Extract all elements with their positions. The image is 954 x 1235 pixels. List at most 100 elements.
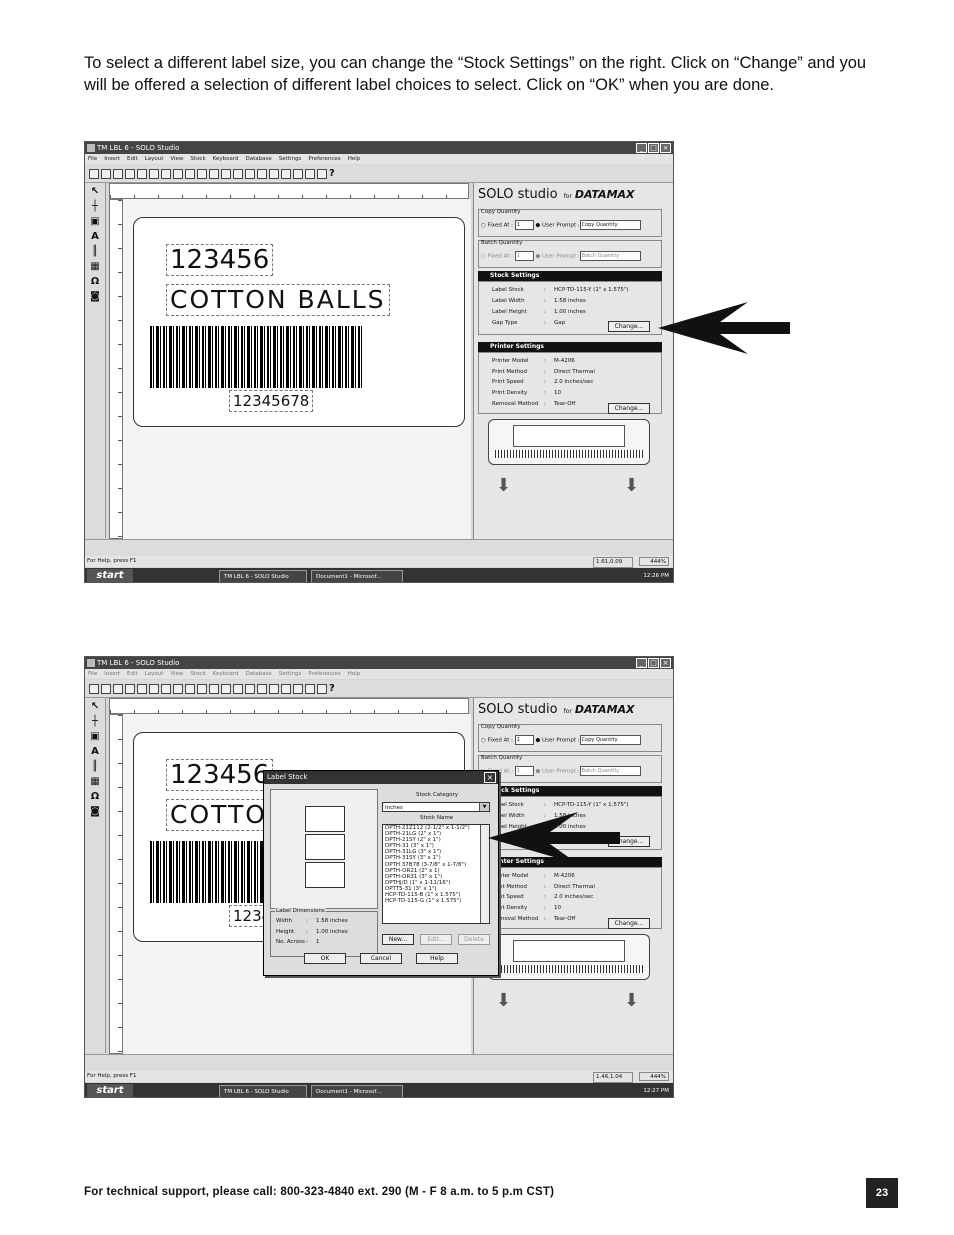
zoom-icon[interactable] bbox=[233, 168, 243, 179]
rotate-icon[interactable] bbox=[281, 683, 291, 694]
help-icon[interactable]: ? bbox=[329, 168, 335, 180]
preview-icon[interactable] bbox=[137, 683, 147, 694]
copy-fixed-input[interactable]: 1 bbox=[514, 735, 534, 745]
symbol-icon[interactable]: Ω bbox=[89, 791, 101, 803]
copy-user-label[interactable]: User Prompt : bbox=[542, 223, 580, 229]
box-icon[interactable]: ▣ bbox=[89, 731, 101, 743]
batch-fixed-input[interactable]: 1 bbox=[514, 766, 534, 776]
close-icon[interactable]: × bbox=[660, 143, 671, 153]
new-stock-button[interactable]: New... bbox=[382, 934, 414, 945]
menu-file[interactable]: File bbox=[88, 669, 97, 679]
cut-icon[interactable] bbox=[149, 168, 159, 179]
copy-icon[interactable] bbox=[161, 168, 171, 179]
design-canvas[interactable]: 123456 COTTON BALLS 12345678 bbox=[123, 199, 471, 539]
layers-icon[interactable] bbox=[317, 683, 327, 694]
save-icon[interactable] bbox=[113, 168, 123, 179]
page-icon[interactable] bbox=[293, 168, 303, 179]
close-icon[interactable]: × bbox=[660, 658, 671, 668]
minimize-icon[interactable]: _ bbox=[636, 143, 647, 153]
undo-icon[interactable] bbox=[185, 683, 195, 694]
help-button[interactable]: Help bbox=[416, 953, 458, 964]
database-icon[interactable] bbox=[245, 683, 255, 694]
barcode-icon[interactable]: ║ bbox=[89, 761, 101, 773]
save-icon[interactable] bbox=[113, 683, 123, 694]
ok-button[interactable]: OK bbox=[304, 953, 346, 964]
maximize-icon[interactable]: □ bbox=[648, 658, 659, 668]
batch-fixed-label[interactable]: Fixed At : bbox=[488, 254, 513, 260]
print-icon[interactable] bbox=[125, 683, 135, 694]
copy-icon[interactable] bbox=[161, 683, 171, 694]
zoom-in-icon[interactable] bbox=[209, 168, 219, 179]
menu-edit[interactable]: Edit bbox=[127, 154, 138, 164]
symbol-icon[interactable]: Ω bbox=[89, 276, 101, 288]
new-icon[interactable] bbox=[89, 683, 99, 694]
number-field[interactable]: 123456 bbox=[166, 244, 274, 276]
menu-view[interactable]: View bbox=[170, 669, 183, 679]
zoom-out-icon[interactable] bbox=[221, 168, 231, 179]
copy-user-input[interactable]: Copy Quantity bbox=[579, 735, 641, 745]
delete-stock-button[interactable]: Delete bbox=[458, 934, 490, 945]
settings-icon[interactable] bbox=[257, 168, 267, 179]
task-document[interactable]: Document1 - Microsof... bbox=[311, 570, 403, 582]
menu-help[interactable]: Help bbox=[348, 154, 361, 164]
open-icon[interactable] bbox=[101, 683, 111, 694]
barcode-icon[interactable]: ║ bbox=[89, 246, 101, 258]
task-document[interactable]: Document1 - Microsof... bbox=[311, 1085, 403, 1097]
redo-icon[interactable] bbox=[197, 168, 207, 179]
menu-layout[interactable]: Layout bbox=[145, 669, 164, 679]
box-icon[interactable]: ▣ bbox=[89, 216, 101, 228]
copy-user-input[interactable]: Copy Quantity bbox=[579, 220, 641, 230]
text-icon[interactable]: A bbox=[89, 746, 101, 758]
copy-user-label[interactable]: User Prompt : bbox=[542, 738, 580, 744]
task-solo-studio[interactable]: TM LBL 6 - SOLO Studio bbox=[219, 570, 307, 582]
menu-settings[interactable]: Settings bbox=[279, 154, 302, 164]
barcode-field[interactable] bbox=[150, 326, 362, 388]
stock-change-button[interactable]: Change... bbox=[608, 321, 650, 332]
menu-layout[interactable]: Layout bbox=[145, 154, 164, 164]
print-icon[interactable] bbox=[125, 168, 135, 179]
stock-name-list[interactable]: DPTH-21Z112 (2-1/2" x 1-1/2") DPTH-21LG … bbox=[382, 824, 490, 924]
layers-icon[interactable] bbox=[317, 168, 327, 179]
start-button[interactable]: start bbox=[87, 1084, 133, 1097]
pages-icon[interactable] bbox=[305, 683, 315, 694]
list-item[interactable]: HCP-TD-115-G (1" x 1.575") bbox=[383, 898, 489, 904]
pointer-icon[interactable]: ↖ bbox=[89, 701, 101, 713]
batch-user-label[interactable]: User Prompt : bbox=[542, 769, 580, 775]
counter-icon[interactable]: ◙ bbox=[89, 291, 101, 303]
new-icon[interactable] bbox=[89, 168, 99, 179]
cancel-button[interactable]: Cancel bbox=[360, 953, 402, 964]
undo-icon[interactable] bbox=[185, 168, 195, 179]
menu-keyboard[interactable]: Keyboard bbox=[213, 669, 239, 679]
paste-icon[interactable] bbox=[173, 683, 183, 694]
database-icon[interactable] bbox=[245, 168, 255, 179]
delete-icon[interactable] bbox=[269, 683, 279, 694]
pages-icon[interactable] bbox=[305, 168, 315, 179]
cut-icon[interactable] bbox=[149, 683, 159, 694]
menu-stock[interactable]: Stock bbox=[190, 669, 205, 679]
counter-icon[interactable]: ◙ bbox=[89, 806, 101, 818]
batch-user-input[interactable]: Batch Quantity bbox=[579, 251, 641, 261]
zoom-out-icon[interactable] bbox=[221, 683, 231, 694]
text-icon[interactable]: A bbox=[89, 231, 101, 243]
menu-database[interactable]: Database bbox=[246, 154, 272, 164]
line-icon[interactable]: ┼ bbox=[89, 716, 101, 728]
maximize-icon[interactable]: □ bbox=[648, 143, 659, 153]
menu-settings[interactable]: Settings bbox=[279, 669, 302, 679]
zoom-icon[interactable] bbox=[233, 683, 243, 694]
settings-icon[interactable] bbox=[257, 683, 267, 694]
help-icon[interactable]: ? bbox=[329, 683, 335, 695]
redo-icon[interactable] bbox=[197, 683, 207, 694]
image-icon[interactable]: ▦ bbox=[89, 261, 101, 273]
copy-fixed-input[interactable]: 1 bbox=[514, 220, 534, 230]
product-name-field[interactable]: COTTON BALLS bbox=[166, 284, 390, 316]
menu-keyboard[interactable]: Keyboard bbox=[213, 154, 239, 164]
minimize-icon[interactable]: _ bbox=[636, 658, 647, 668]
line-icon[interactable]: ┼ bbox=[89, 201, 101, 213]
menu-edit[interactable]: Edit bbox=[127, 669, 138, 679]
batch-user-input[interactable]: Batch Quantity bbox=[579, 766, 641, 776]
batch-fixed-input[interactable]: 1 bbox=[514, 251, 534, 261]
menu-stock[interactable]: Stock bbox=[190, 154, 205, 164]
paste-icon[interactable] bbox=[173, 168, 183, 179]
chevron-down-icon[interactable]: ▼ bbox=[479, 803, 489, 811]
menu-preferences[interactable]: Preferences bbox=[308, 154, 340, 164]
